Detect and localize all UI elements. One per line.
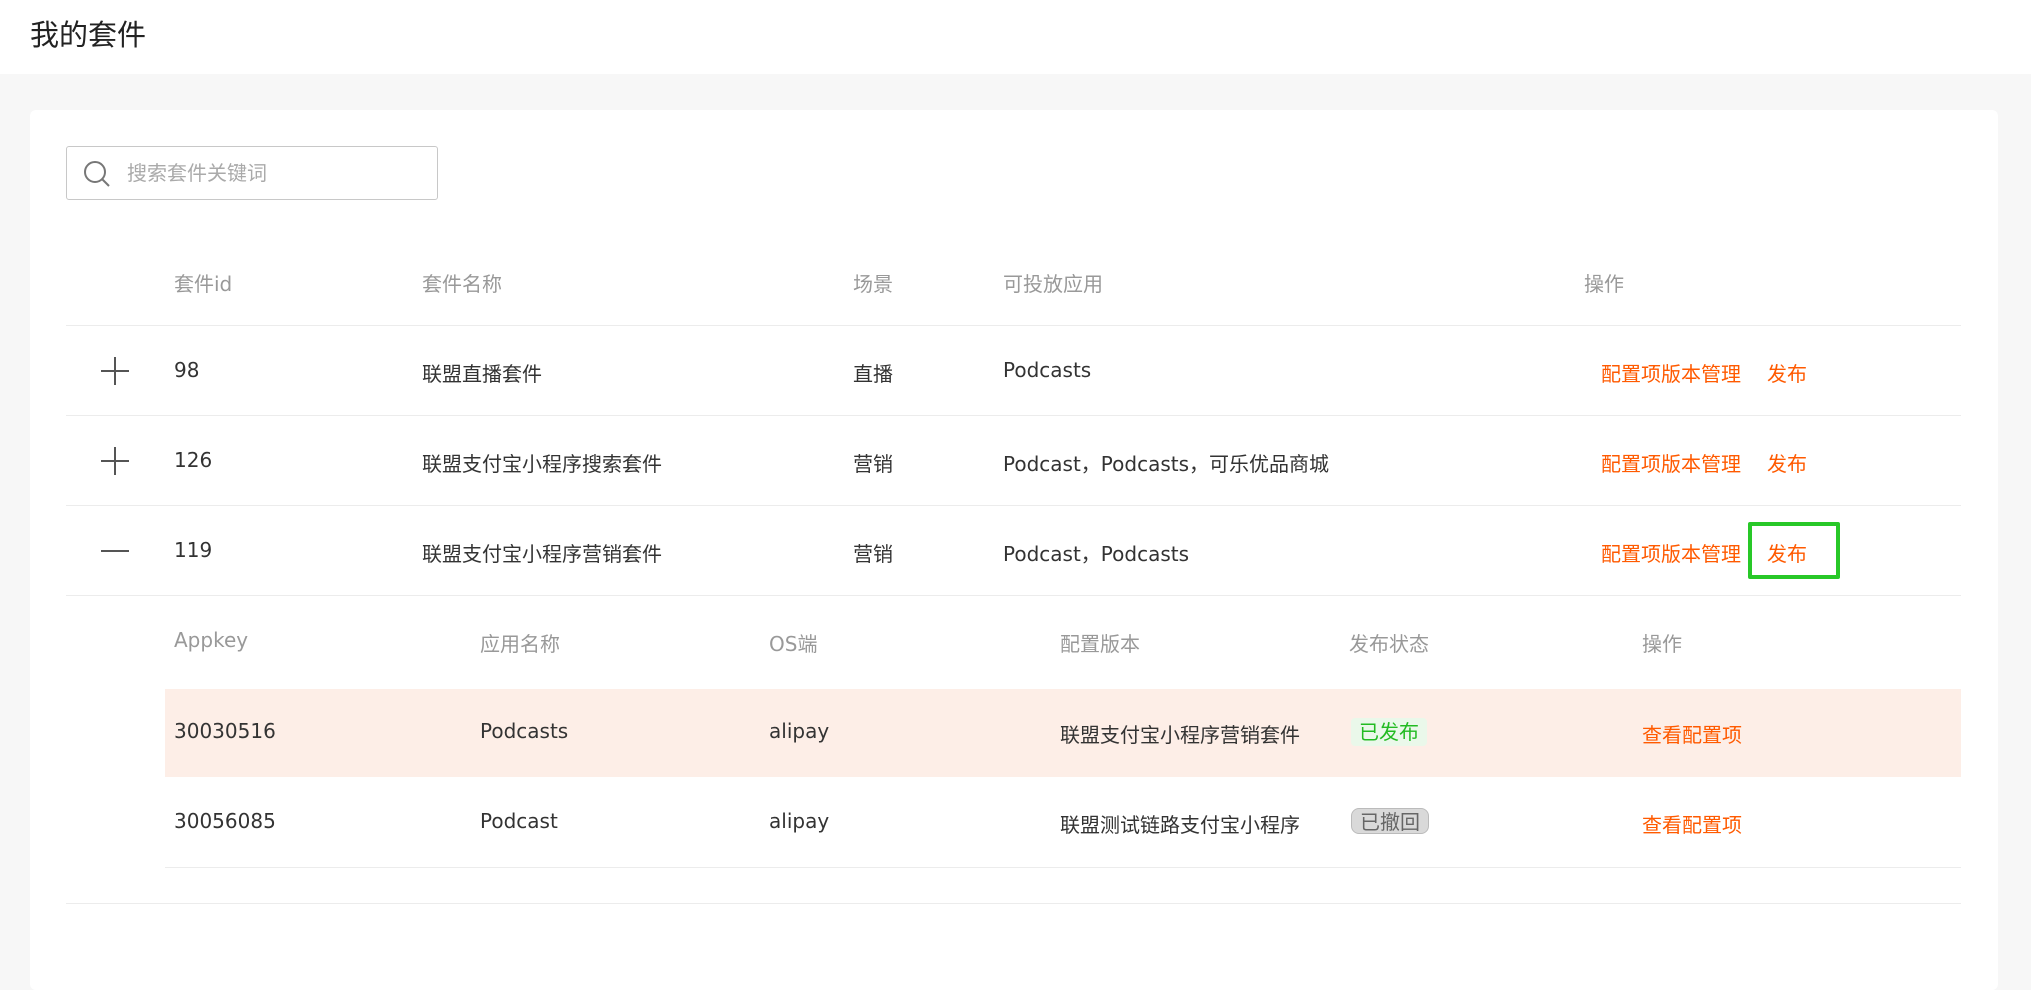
status-badge-revoked: 已撤回 [1351,808,1429,834]
sub-row-app-name: Podcast [480,809,558,833]
row-id: 98 [174,358,200,382]
sub-column-header-actions: 操作 [1642,632,1682,656]
config-version-link[interactable]: 配置项版本管理 [1601,358,1741,387]
expand-plus-icon[interactable] [98,354,132,388]
column-header-name: 套件名称 [422,272,502,296]
page-title: 我的套件 [30,18,147,52]
sub-column-header-app-name: 应用名称 [480,632,560,656]
row-name: 联盟支付宝小程序营销套件 [422,542,662,566]
sub-row-version: 联盟测试链路支付宝小程序 [1060,813,1300,837]
column-header-scene: 场景 [853,272,893,296]
sub-column-header-version: 配置版本 [1060,632,1140,656]
sub-row-app-name: Podcasts [480,719,569,743]
publish-link[interactable]: 发布 [1767,538,1807,567]
column-header-id: 套件id [174,272,233,296]
row-scene: 直播 [853,362,893,386]
sub-row-appkey: 30056085 [174,809,276,833]
row-apps: Podcast，Podcasts [1003,542,1190,566]
divider [66,595,1961,596]
search-box[interactable] [66,146,438,200]
sub-row-os: alipay [769,809,830,833]
divider [165,867,1961,868]
divider [66,415,1961,416]
row-scene: 营销 [853,452,893,476]
search-input[interactable] [127,157,427,189]
divider [66,903,1961,904]
view-config-link[interactable]: 查看配置项 [1642,719,1742,748]
column-header-apps: 可投放应用 [1003,272,1103,296]
publish-link[interactable]: 发布 [1767,358,1807,387]
config-version-link[interactable]: 配置项版本管理 [1601,448,1741,477]
row-id: 119 [174,538,213,562]
sub-column-header-os: OS端 [769,632,818,656]
column-header-actions: 操作 [1584,272,1624,296]
sub-column-header-appkey: Appkey [174,628,249,652]
view-config-link[interactable]: 查看配置项 [1642,809,1742,838]
sub-row-version: 联盟支付宝小程序营销套件 [1060,723,1300,747]
sub-row-os: alipay [769,719,830,743]
status-badge-published: 已发布 [1351,718,1427,746]
publish-link[interactable]: 发布 [1767,448,1807,477]
row-name: 联盟支付宝小程序搜索套件 [422,452,662,476]
row-id: 126 [174,448,213,472]
sub-column-header-status: 发布状态 [1349,632,1429,656]
row-name: 联盟直播套件 [422,362,542,386]
config-version-link[interactable]: 配置项版本管理 [1601,538,1741,567]
search-icon [84,161,110,187]
sub-row-appkey: 30030516 [174,719,276,743]
divider [66,325,1961,326]
collapse-minus-icon[interactable] [98,534,132,568]
expand-plus-icon[interactable] [98,444,132,478]
divider [66,505,1961,506]
top-bar: 我的套件 [0,0,2031,74]
row-apps: Podcasts [1003,358,1092,382]
row-scene: 营销 [853,542,893,566]
row-apps: Podcast，Podcasts，可乐优品商城 [1003,452,1330,476]
